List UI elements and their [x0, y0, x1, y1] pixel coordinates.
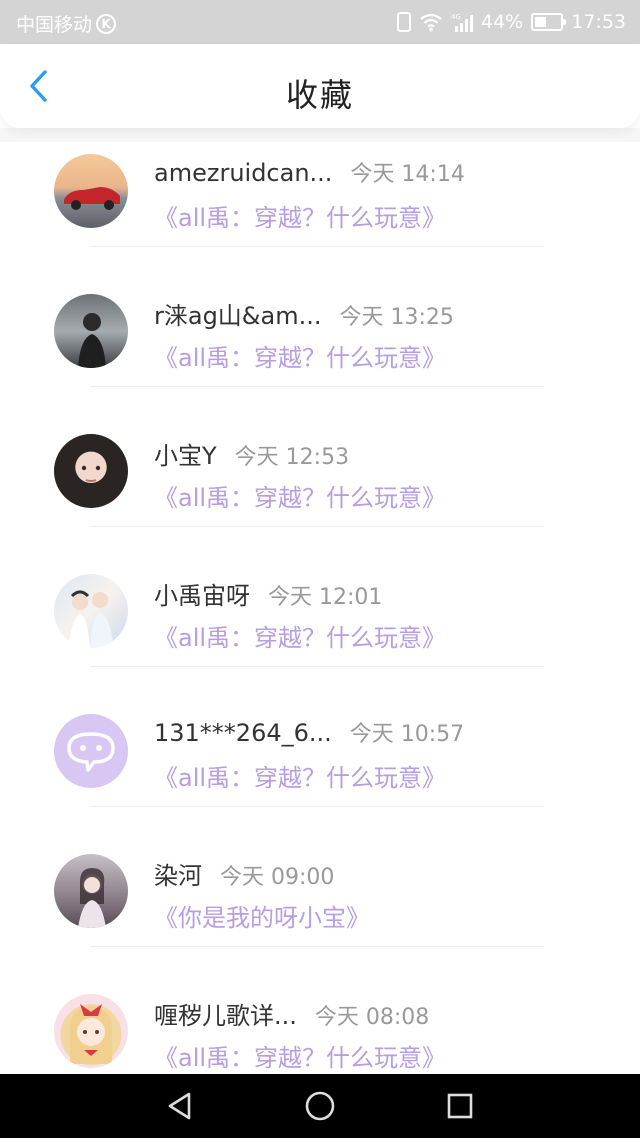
- anime-avatar[interactable]: [54, 994, 128, 1068]
- battery-icon: [531, 13, 567, 31]
- face-icon: [81, 465, 101, 482]
- user-name[interactable]: 小禹宙呀: [154, 576, 250, 611]
- girl-avatar[interactable]: [54, 854, 128, 928]
- timestamp: 今天 09:00: [220, 865, 335, 890]
- header: 收藏: [0, 44, 640, 128]
- circle-home-icon: [305, 1091, 335, 1121]
- battery-percent: 44%: [481, 11, 524, 33]
- list-item[interactable]: 小禹宙呀 今天 12:01 《all禹：穿越？什么玩意》: [0, 562, 640, 702]
- user-name[interactable]: r涞ag山&am...: [154, 296, 322, 331]
- battery-fill: [535, 17, 546, 27]
- divider: [90, 246, 544, 247]
- story-title-link[interactable]: 《你是我的呀小宝》: [154, 898, 370, 933]
- list-item[interactable]: 染河 今天 09:00 《你是我的呀小宝》: [0, 842, 640, 982]
- name-line: 小禹宙呀 今天 12:01: [154, 576, 382, 611]
- timestamp: 今天 14:14: [350, 162, 465, 187]
- favorites-list: amezruidcan... 今天 14:14 《all禹：穿越？什么玩意》 r…: [0, 142, 640, 1122]
- timestamp: 今天 13:25: [339, 305, 454, 330]
- carrier-name: 中国移动: [16, 14, 93, 36]
- list-item[interactable]: amezruidcan... 今天 14:14 《all禹：穿越？什么玩意》: [0, 142, 640, 282]
- carrier: 中国移动 K: [16, 10, 117, 37]
- name-line: amezruidcan... 今天 14:14: [154, 156, 465, 188]
- nav-home-button[interactable]: [300, 1086, 340, 1126]
- name-line: 染河 今天 09:00: [154, 856, 334, 891]
- name-line: 131***264_6... 今天 10:57: [154, 716, 464, 748]
- status-bar: 中国移动 K 4G 44% 17:53: [0, 0, 640, 44]
- divider: [90, 526, 544, 527]
- status-icons: 4G 44% 17:53: [397, 9, 626, 35]
- car-icon: [64, 187, 120, 210]
- name-line: 小宝Y 今天 12:53: [154, 436, 349, 471]
- user-name[interactable]: 小宝Y: [154, 436, 217, 471]
- default-chat-avatar[interactable]: [54, 714, 128, 788]
- square-recent-icon: [447, 1093, 473, 1119]
- anime-girl-icon: [69, 1004, 113, 1064]
- user-name[interactable]: 131***264_6...: [154, 719, 332, 747]
- person-silhouette-icon: [78, 313, 106, 368]
- story-title-link[interactable]: 《all禹：穿越？什么玩意》: [154, 338, 446, 373]
- divider: [90, 666, 544, 667]
- girl-figure-icon: [78, 868, 106, 928]
- car-avatar[interactable]: [54, 154, 128, 228]
- user-name[interactable]: 喱秽儿歌详...: [154, 996, 297, 1031]
- name-line: 喱秽儿歌详... 今天 08:08: [154, 996, 429, 1031]
- user-name[interactable]: 染河: [154, 856, 202, 891]
- triangle-back-icon: [168, 1092, 191, 1120]
- carrier-badge-icon: K: [96, 13, 117, 34]
- girl-avatar[interactable]: [54, 434, 128, 508]
- divider: [90, 806, 544, 807]
- vibrate-icon: [397, 12, 411, 32]
- divider: [90, 946, 544, 947]
- user-name[interactable]: amezruidcan...: [154, 159, 332, 187]
- timestamp: 今天 12:01: [268, 585, 383, 610]
- couple-icon: [68, 590, 114, 648]
- signal-icon: 4G: [451, 13, 473, 32]
- timestamp: 今天 08:08: [314, 1005, 430, 1030]
- story-title-link[interactable]: 《all禹：穿越？什么玩意》: [154, 758, 446, 793]
- couple-avatar[interactable]: [54, 574, 128, 648]
- timestamp: 今天 12:53: [234, 445, 350, 470]
- person-avatar[interactable]: [54, 294, 128, 368]
- system-nav-bar: [0, 1074, 640, 1138]
- story-title-link[interactable]: 《all禹：穿越？什么玩意》: [154, 618, 446, 653]
- name-line: r涞ag山&am... 今天 13:25: [154, 296, 454, 331]
- chat-bubble-icon: [67, 732, 115, 772]
- story-title-link[interactable]: 《all禹：穿越？什么玩意》: [154, 478, 446, 513]
- header-gap: [0, 128, 640, 142]
- nav-back-button[interactable]: [160, 1086, 200, 1126]
- story-title-link[interactable]: 《all禹：穿越？什么玩意》: [154, 198, 446, 233]
- divider: [90, 386, 544, 387]
- list-item[interactable]: r涞ag山&am... 今天 13:25 《all禹：穿越？什么玩意》: [0, 282, 640, 422]
- wifi-icon: [420, 13, 442, 32]
- list-item[interactable]: 131***264_6... 今天 10:57 《all禹：穿越？什么玩意》: [0, 702, 640, 842]
- network-type-label: 4G: [451, 13, 461, 21]
- status-time: 17:53: [571, 11, 626, 33]
- nav-recent-button[interactable]: [440, 1086, 480, 1126]
- list-item[interactable]: 小宝Y 今天 12:53 《all禹：穿越？什么玩意》: [0, 422, 640, 562]
- story-title-link[interactable]: 《all禹：穿越？什么玩意》: [154, 1038, 446, 1073]
- timestamp: 今天 10:57: [349, 722, 465, 747]
- page-title: 收藏: [285, 76, 354, 114]
